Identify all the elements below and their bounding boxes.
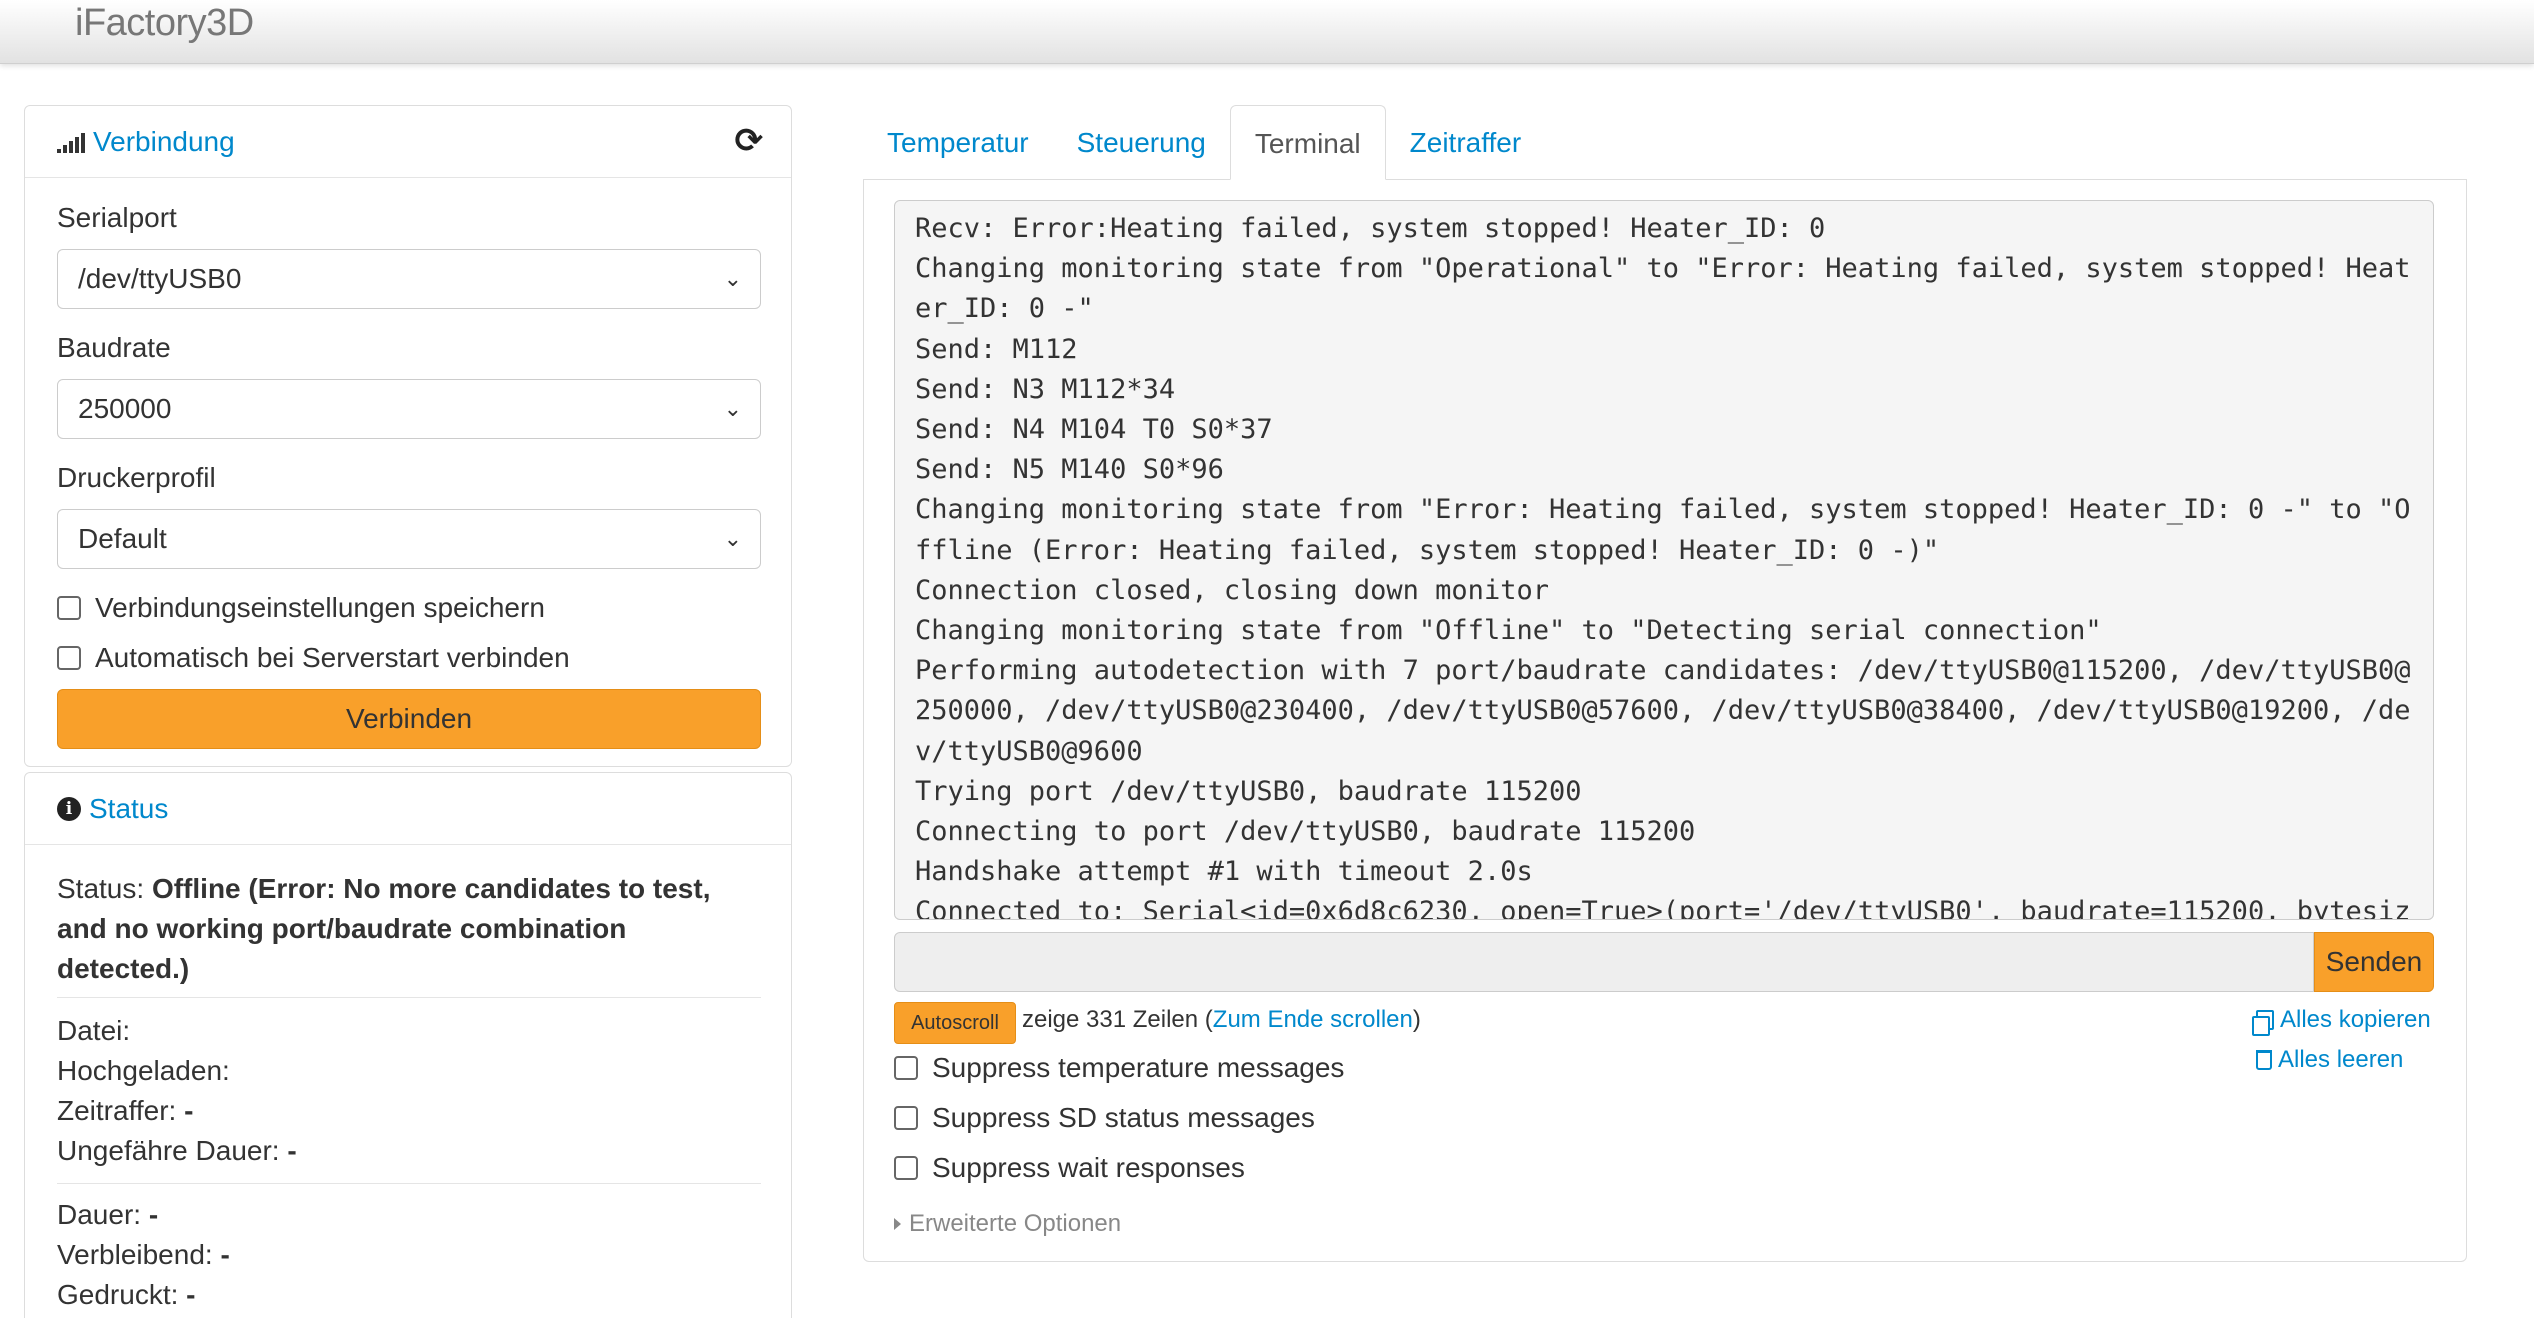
divider — [57, 1183, 761, 1184]
terminal-tab-content: Recv: Error:Heating failed, system stopp… — [863, 179, 2467, 1262]
serialport-value: /dev/ttyUSB0 — [78, 263, 242, 294]
suppress-temp-option: Suppress temperature messages — [894, 1052, 1344, 1084]
status-panel-header: i Status — [25, 773, 791, 845]
lines-count-text: zeige 331 Zeilen ( — [1022, 1006, 1213, 1033]
suppress-temp-checkbox[interactable] — [894, 1056, 918, 1080]
copy-all-link[interactable]: Alles kopieren — [2252, 1006, 2431, 1036]
status-title-label: Status — [89, 793, 169, 824]
tab-bar: Temperatur Steuerung Terminal Zeitraffer — [863, 105, 1545, 180]
chevron-down-icon: ⌄ — [723, 396, 742, 421]
lines-info: zeige 331 Zeilen (Zum Ende scrollen) — [1022, 1006, 1421, 1034]
trash-icon — [2256, 1050, 2272, 1070]
autoconnect-checkbox[interactable] — [57, 646, 81, 670]
autoscroll-button[interactable]: Autoscroll — [894, 1002, 1016, 1044]
connection-panel-header: Verbindung ⟳ — [25, 106, 791, 178]
autoconnect-label: Automatisch bei Serverstart verbinden — [95, 642, 570, 673]
profile-select[interactable]: Default ⌄ — [57, 509, 761, 569]
timelapse-row: Zeitraffer: - — [57, 1091, 193, 1131]
signal-icon — [57, 131, 85, 153]
navbar: iFactory3D — [0, 0, 2534, 64]
connection-panel: Verbindung ⟳ Serialport /dev/ttyUSB0 ⌄ B… — [24, 105, 792, 767]
clear-all-label: Alles leeren — [2278, 1046, 2404, 1073]
command-input[interactable] — [894, 932, 2314, 992]
status-line: Status: Offline (Error: No more candidat… — [57, 869, 757, 989]
status-value: Offline (Error: No more candidates to te… — [57, 873, 711, 984]
tab-control[interactable]: Steuerung — [1053, 105, 1230, 180]
printed-row: Gedruckt: - — [57, 1275, 196, 1315]
divider — [57, 997, 761, 998]
save-settings-label: Verbindungseinstellungen speichern — [95, 592, 545, 623]
profile-value: Default — [78, 523, 167, 554]
duration-value: - — [148, 1199, 159, 1230]
suppress-temp-label: Suppress temperature messages — [932, 1052, 1345, 1083]
tab-timelapse[interactable]: Zeitraffer — [1386, 105, 1546, 180]
advanced-options-toggle[interactable]: Erweiterte Optionen — [894, 1210, 1121, 1238]
remaining-value: - — [220, 1239, 230, 1270]
baudrate-select[interactable]: 250000 ⌄ — [57, 379, 761, 439]
connect-button[interactable]: Verbinden — [57, 689, 761, 749]
chevron-down-icon: ⌄ — [723, 526, 742, 551]
tab-terminal[interactable]: Terminal — [1229, 105, 1386, 180]
file-label: Datei: — [57, 1015, 131, 1046]
send-button[interactable]: Senden — [2314, 932, 2434, 992]
connection-panel-title[interactable]: Verbindung — [57, 126, 235, 158]
duration-label: Dauer: — [57, 1199, 142, 1230]
baudrate-value: 250000 — [78, 393, 172, 424]
status-panel-title[interactable]: i Status — [57, 793, 168, 825]
autoconnect-option: Automatisch bei Serverstart verbinden — [57, 642, 570, 674]
save-settings-checkbox[interactable] — [57, 596, 81, 620]
terminal-output[interactable]: Recv: Error:Heating failed, system stopp… — [894, 200, 2434, 920]
connection-title-label: Verbindung — [93, 126, 235, 157]
clear-all-link[interactable]: Alles leeren — [2256, 1046, 2403, 1074]
printed-label: Gedruckt: — [57, 1279, 179, 1310]
remaining-row: Verbleibend: - — [57, 1235, 230, 1275]
serialport-select[interactable]: /dev/ttyUSB0 ⌄ — [57, 249, 761, 309]
suppress-wait-label: Suppress wait responses — [932, 1152, 1245, 1183]
uploaded-label: Hochgeladen: — [57, 1055, 230, 1086]
copy-icon — [2252, 1010, 2274, 1036]
caret-right-icon — [894, 1218, 901, 1230]
remaining-label: Verbleibend: — [57, 1239, 213, 1270]
scroll-to-end-link[interactable]: Zum Ende scrollen — [1213, 1006, 1413, 1033]
suppress-wait-checkbox[interactable] — [894, 1156, 918, 1180]
baudrate-label: Baudrate — [57, 332, 171, 363]
approx-duration-row: Ungefähre Dauer: - — [57, 1131, 297, 1171]
suppress-sd-label: Suppress SD status messages — [932, 1102, 1315, 1133]
chevron-down-icon: ⌄ — [723, 266, 742, 291]
copy-all-label: Alles kopieren — [2280, 1006, 2431, 1033]
suppress-wait-option: Suppress wait responses — [894, 1152, 1245, 1184]
suppress-sd-option: Suppress SD status messages — [894, 1102, 1315, 1134]
lines-info-suffix: ) — [1412, 1006, 1421, 1033]
printed-value: - — [186, 1279, 196, 1310]
status-panel: i Status Status: Offline (Error: No more… — [24, 772, 792, 1318]
info-icon: i — [57, 797, 81, 821]
timelapse-label: Zeitraffer: — [57, 1095, 177, 1126]
serialport-label: Serialport — [57, 202, 177, 233]
timelapse-value: - — [184, 1095, 194, 1126]
refresh-icon[interactable]: ⟳ — [735, 124, 764, 158]
advanced-options-label: Erweiterte Optionen — [909, 1210, 1122, 1237]
save-settings-option: Verbindungseinstellungen speichern — [57, 592, 545, 624]
approx-duration-value: - — [287, 1135, 297, 1166]
uploaded-row: Hochgeladen: — [57, 1051, 230, 1091]
profile-label: Druckerprofil — [57, 462, 216, 493]
tab-temperature[interactable]: Temperatur — [863, 105, 1053, 180]
status-label: Status: — [57, 873, 145, 904]
duration-row: Dauer: - — [57, 1195, 158, 1235]
brand-logo-text[interactable]: iFactory3D — [75, 0, 254, 46]
approx-duration-label: Ungefähre Dauer: — [57, 1135, 280, 1166]
suppress-sd-checkbox[interactable] — [894, 1106, 918, 1130]
file-row: Datei: — [57, 1011, 130, 1051]
